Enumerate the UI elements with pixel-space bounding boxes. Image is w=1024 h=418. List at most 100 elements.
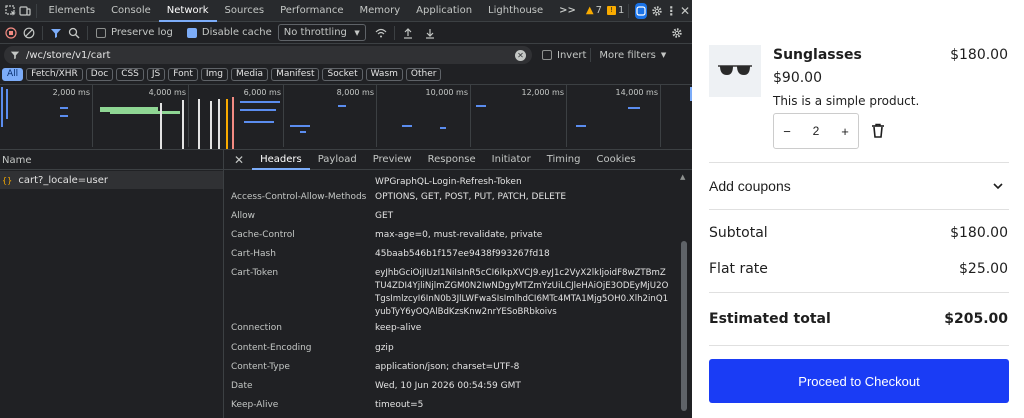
product-name[interactable]: Sunglasses xyxy=(773,47,862,63)
issues-badge[interactable]: ! 1 xyxy=(607,5,624,16)
export-har-icon[interactable] xyxy=(421,24,439,42)
type-filter-media[interactable]: Media xyxy=(231,67,269,81)
checkbox-unchecked[interactable] xyxy=(96,27,106,38)
close-devtools-icon[interactable]: ✕ xyxy=(678,2,692,20)
type-filter-img[interactable]: Img xyxy=(200,67,229,81)
tab-timing[interactable]: Timing xyxy=(539,150,589,170)
type-filter-css[interactable]: CSS xyxy=(116,67,144,81)
add-coupons-toggle[interactable]: Add coupons xyxy=(709,171,1009,201)
tab-memory[interactable]: Memory xyxy=(351,0,408,22)
header-name: Content-Type xyxy=(231,362,290,372)
sunglasses-image xyxy=(718,65,752,75)
type-filter-manifest[interactable]: Manifest xyxy=(271,67,320,81)
checkbox-unchecked[interactable] xyxy=(542,50,552,60)
device-toolbar-icon[interactable] xyxy=(18,2,32,20)
type-filter-js[interactable]: JS xyxy=(146,67,166,81)
warnings-badge[interactable]: ▲ 7 xyxy=(586,5,602,16)
shipping-label: Flat rate xyxy=(709,261,768,277)
inspect-element-icon[interactable] xyxy=(4,2,18,20)
more-tabs-button[interactable]: >> xyxy=(551,0,584,22)
search-icon[interactable] xyxy=(65,24,83,42)
throttling-select[interactable]: No throttling ▼ xyxy=(277,24,366,41)
chevron-down-icon xyxy=(993,182,1003,190)
request-list-header[interactable]: Name xyxy=(0,150,224,170)
header-name: Connection xyxy=(231,323,282,333)
resource-type-filters: All Fetch/XHR Doc CSS JS Font Img Media … xyxy=(0,66,692,82)
tab-response[interactable]: Response xyxy=(420,150,484,170)
request-row[interactable]: {} cart?_locale=user xyxy=(0,171,224,189)
clear-icon[interactable] xyxy=(20,24,38,42)
type-filter-doc[interactable]: Doc xyxy=(85,67,114,81)
filter-funnel-icon xyxy=(10,50,20,60)
tab-console[interactable]: Console xyxy=(103,0,159,22)
decrease-quantity-button[interactable]: − xyxy=(774,124,800,139)
divider xyxy=(709,209,1009,210)
quantity-stepper[interactable]: − 2 + xyxy=(773,113,859,149)
tab-initiator[interactable]: Initiator xyxy=(484,150,539,170)
more-options-icon[interactable]: ⋮ xyxy=(664,2,678,20)
header-value: keep-alive xyxy=(375,323,422,333)
total-label: Estimated total xyxy=(709,311,831,327)
warning-count: 7 xyxy=(595,5,602,16)
divider xyxy=(42,25,43,40)
product-thumbnail[interactable] xyxy=(709,45,761,97)
header-row: Cache-Control max-age=0, must-revalidate… xyxy=(231,229,676,242)
record-stop-icon[interactable] xyxy=(2,24,20,42)
preserve-log-checkbox[interactable]: Preserve log xyxy=(96,27,173,38)
quantity-input[interactable]: 2 xyxy=(813,124,820,138)
type-filter-fetch-xhr[interactable]: Fetch/XHR xyxy=(26,67,83,81)
network-settings-gear-icon[interactable] xyxy=(668,24,686,42)
filter-input[interactable]: /wc/store/v1/cart xyxy=(26,50,515,61)
type-filter-socket[interactable]: Socket xyxy=(322,67,363,81)
tab-lighthouse[interactable]: Lighthouse xyxy=(480,0,551,22)
tab-cookies[interactable]: Cookies xyxy=(589,150,644,170)
timeline-overview[interactable]: 2,000 ms 4,000 ms 6,000 ms 8,000 ms 10,0… xyxy=(0,84,692,150)
extension-icon[interactable] xyxy=(635,2,648,19)
tab-preview[interactable]: Preview xyxy=(365,150,420,170)
type-filter-all[interactable]: All xyxy=(2,67,24,81)
import-har-icon[interactable] xyxy=(399,24,417,42)
header-name: Allow xyxy=(231,211,256,221)
type-filter-wasm[interactable]: Wasm xyxy=(365,67,403,81)
clear-filter-icon[interactable]: ✕ xyxy=(515,49,526,61)
header-name: Content-Encoding xyxy=(231,343,312,353)
type-filter-other[interactable]: Other xyxy=(405,67,442,81)
header-value: gzip xyxy=(375,343,394,353)
divider xyxy=(709,162,1009,163)
tab-application[interactable]: Application xyxy=(408,0,480,22)
tab-network[interactable]: Network xyxy=(158,0,217,22)
tab-headers[interactable]: Headers xyxy=(252,150,310,170)
checkbox-checked[interactable] xyxy=(186,27,197,38)
filter-icon[interactable] xyxy=(47,24,65,42)
scroll-up-arrow-icon[interactable]: ▲ xyxy=(680,173,685,181)
scrollbar[interactable]: ▲ xyxy=(680,173,688,418)
name-column-header: Name xyxy=(2,155,32,166)
type-filter-font[interactable]: Font xyxy=(168,67,198,81)
filter-input-box[interactable]: /wc/store/v1/cart ✕ xyxy=(4,46,532,64)
network-conditions-wifi-icon[interactable] xyxy=(372,24,390,42)
header-row-partial: WPGraphQL-Login-Refresh-Token xyxy=(231,176,676,189)
tab-performance[interactable]: Performance xyxy=(272,0,351,22)
header-value: Wed, 10 Jun 2026 00:54:59 GMT xyxy=(375,381,521,391)
header-value: eyJhbGciOiJIUzI1NiIsInR5cCI6IkpXVCJ9.eyJ… xyxy=(375,268,669,317)
close-detail-icon[interactable]: ✕ xyxy=(234,153,244,167)
shipping-value: $25.00 xyxy=(959,261,1008,277)
invert-checkbox[interactable]: Invert xyxy=(542,50,586,61)
proceed-to-checkout-button[interactable]: Proceed to Checkout xyxy=(709,359,1009,403)
header-name: Access-Control-Allow-Methods xyxy=(231,192,367,202)
disable-cache-checkbox[interactable]: Disable cache xyxy=(186,27,272,38)
settings-gear-icon[interactable] xyxy=(650,2,664,20)
remove-item-trash-icon[interactable] xyxy=(871,123,885,141)
invert-label: Invert xyxy=(557,49,587,61)
divider xyxy=(628,3,630,18)
filter-row: /wc/store/v1/cart ✕ Invert More filters … xyxy=(0,44,692,66)
more-filters-button[interactable]: More filters ▼ xyxy=(599,50,666,61)
scrollbar-thumb[interactable] xyxy=(681,241,687,411)
tab-payload[interactable]: Payload xyxy=(310,150,365,170)
header-name: Cache-Control xyxy=(231,230,295,240)
increase-quantity-button[interactable]: + xyxy=(832,124,858,139)
tab-sources[interactable]: Sources xyxy=(217,0,273,22)
line-total: $180.00 xyxy=(950,47,1008,63)
tab-elements[interactable]: Elements xyxy=(40,0,103,22)
fetch-json-icon: {} xyxy=(2,176,13,185)
